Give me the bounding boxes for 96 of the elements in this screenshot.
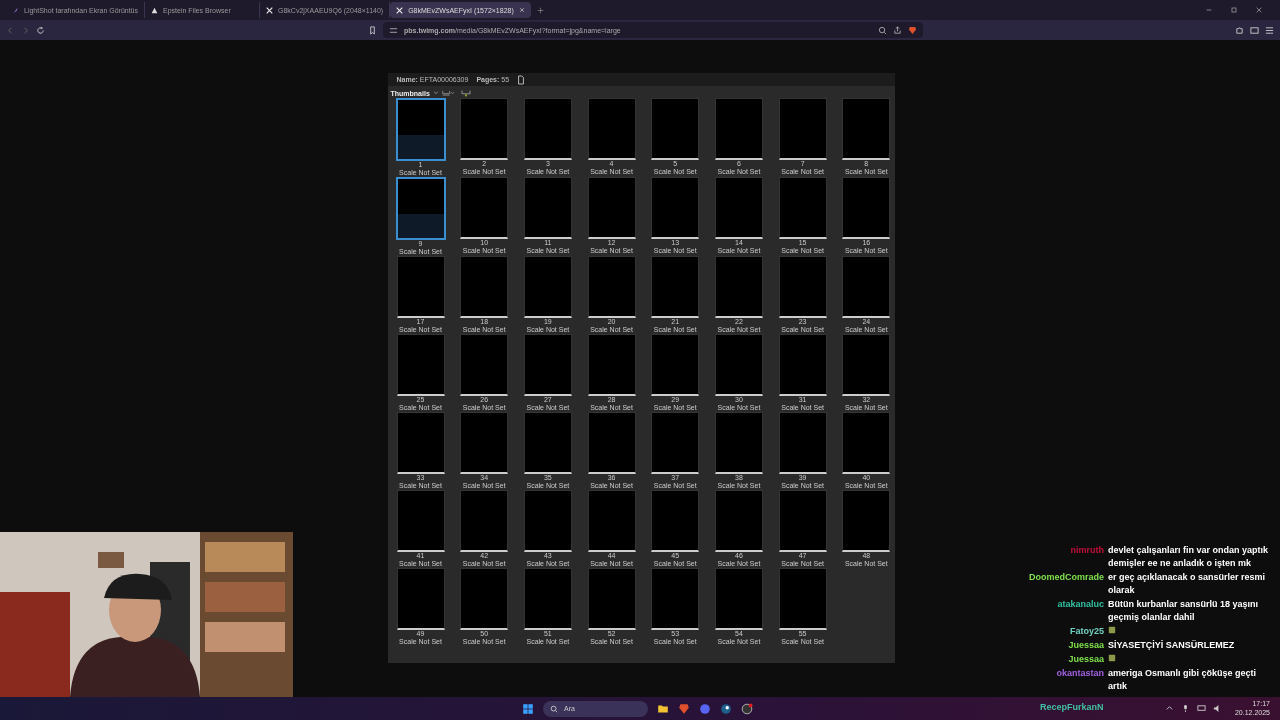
page-thumbnail[interactable] — [714, 177, 763, 239]
page-thumbnail[interactable] — [714, 334, 763, 396]
page-thumbnail[interactable] — [587, 412, 636, 474]
emote-icon — [1108, 654, 1116, 662]
chat-message: Bütün kurbanlar sansürlü 18 yaşını geçmiş olanlar dahil — [1108, 598, 1260, 624]
page-thumbnail[interactable] — [714, 490, 763, 552]
page-thumbnail[interactable] — [714, 568, 763, 630]
page-thumbnail[interactable] — [460, 177, 509, 239]
page-thumbnail[interactable] — [587, 490, 636, 552]
page-thumbnail[interactable] — [523, 490, 572, 552]
page-thumbnail[interactable] — [396, 412, 445, 474]
page-thumbnail[interactable] — [460, 568, 509, 630]
zoom-icon[interactable] — [878, 25, 887, 35]
page-thumbnail[interactable] — [587, 568, 636, 630]
close-icon[interactable] — [518, 7, 525, 13]
page-thumbnail[interactable] — [651, 177, 700, 239]
chat-username: Fatoy25 — [1069, 625, 1104, 638]
chat-username: nimruth — [1069, 544, 1104, 557]
page-thumbnail[interactable] — [778, 412, 827, 474]
page-thumbnail[interactable] — [523, 256, 572, 318]
folder-icon[interactable] — [657, 702, 669, 715]
page-thumbnail[interactable] — [587, 98, 636, 160]
cross-logo-icon — [266, 6, 274, 14]
document-icon[interactable] — [517, 74, 526, 85]
chat-username: okantastan — [1055, 667, 1104, 680]
page-thumbnail[interactable] — [778, 177, 827, 239]
page-thumbnail[interactable] — [651, 490, 700, 552]
bookmark-icon[interactable] — [368, 25, 377, 35]
page-thumbnail[interactable] — [651, 256, 700, 318]
page-thumbnail[interactable] — [842, 256, 891, 318]
feather-icon — [12, 6, 19, 14]
page-thumbnail[interactable] — [460, 256, 509, 318]
shield-icon[interactable] — [678, 702, 690, 715]
monitor-icon[interactable] — [1196, 704, 1206, 713]
page-thumbnail[interactable] — [842, 334, 891, 396]
chat-username: atakanaluc — [1056, 598, 1104, 611]
page-thumbnail[interactable] — [842, 490, 891, 552]
chat-message: er geç açıklanacak o sansürler resmi olarak — [1108, 571, 1267, 597]
triangle-icon — [151, 6, 159, 14]
page-thumbnail[interactable] — [778, 334, 827, 396]
page-thumbnail[interactable] — [396, 256, 445, 318]
page-thumbnail[interactable] — [587, 177, 636, 239]
new-tab-icon[interactable] — [536, 6, 544, 14]
page-thumbnail[interactable] — [523, 412, 572, 474]
record-icon[interactable] — [741, 702, 753, 715]
page-thumbnail[interactable] — [396, 334, 445, 396]
page-thumbnail[interactable] — [778, 256, 827, 318]
page-thumbnail[interactable] — [523, 98, 572, 160]
page-thumbnail[interactable] — [651, 568, 700, 630]
page-thumbnail[interactable] — [460, 334, 509, 396]
menu-icon[interactable] — [1265, 25, 1274, 35]
site-settings-icon[interactable] — [389, 25, 398, 35]
tray-icon[interactable] — [458, 89, 473, 97]
page-thumbnail[interactable] — [396, 568, 445, 630]
chat-username: Juessaa — [1067, 639, 1104, 652]
start-icon[interactable] — [522, 702, 534, 715]
chevron-icon[interactable] — [432, 90, 439, 96]
close-icon[interactable] — [1255, 6, 1263, 14]
page-thumbnail[interactable] — [714, 412, 763, 474]
chat-username: DoomedComrade — [1028, 571, 1104, 584]
page-thumbnail[interactable] — [714, 98, 763, 160]
page-thumbnail[interactable] — [460, 490, 509, 552]
page-thumbnail[interactable] — [842, 98, 891, 160]
cross-logo-icon — [396, 6, 404, 14]
page-thumbnail[interactable] — [523, 334, 572, 396]
page-thumbnail[interactable] — [651, 412, 700, 474]
streamer-name: RecepFurkanN — [1040, 702, 1104, 712]
tray-icon[interactable] — [441, 89, 456, 97]
page-thumbnail[interactable] — [651, 334, 700, 396]
chat-app-icon[interactable] — [699, 702, 711, 715]
chat-message: ameriga Osmanlı gibi çöküşe geçti artık — [1108, 667, 1258, 693]
page-thumbnail[interactable] — [714, 256, 763, 318]
search-icon — [550, 704, 558, 713]
page-thumbnail[interactable] — [396, 490, 445, 552]
reload-icon[interactable] — [36, 25, 45, 35]
emote-icon — [1108, 626, 1116, 634]
page-thumbnail[interactable] — [651, 98, 700, 160]
shield-icon[interactable] — [908, 25, 917, 35]
page-thumbnail[interactable] — [778, 98, 827, 160]
page-thumbnail[interactable] — [460, 98, 509, 160]
chevron-icon[interactable] — [1164, 704, 1174, 713]
share-icon[interactable] — [893, 25, 902, 35]
page-thumbnail[interactable] — [842, 412, 891, 474]
chat-username: Juessaa — [1067, 653, 1104, 666]
page-thumbnail[interactable] — [778, 568, 827, 630]
page-thumbnail[interactable] — [523, 177, 572, 239]
page-thumbnail[interactable] — [395, 98, 446, 161]
restore-icon[interactable] — [1230, 6, 1238, 14]
page-thumbnail[interactable] — [587, 334, 636, 396]
page-thumbnail[interactable] — [523, 568, 572, 630]
page-thumbnail[interactable] — [842, 177, 891, 239]
page-thumbnail[interactable] — [460, 412, 509, 474]
chat-message: SİYASETÇİYİ SANSÜRLEMEZ — [1108, 639, 1236, 652]
page-thumbnail[interactable] — [587, 256, 636, 318]
page-thumbnail[interactable] — [778, 490, 827, 552]
page-thumbnail[interactable] — [395, 177, 446, 240]
